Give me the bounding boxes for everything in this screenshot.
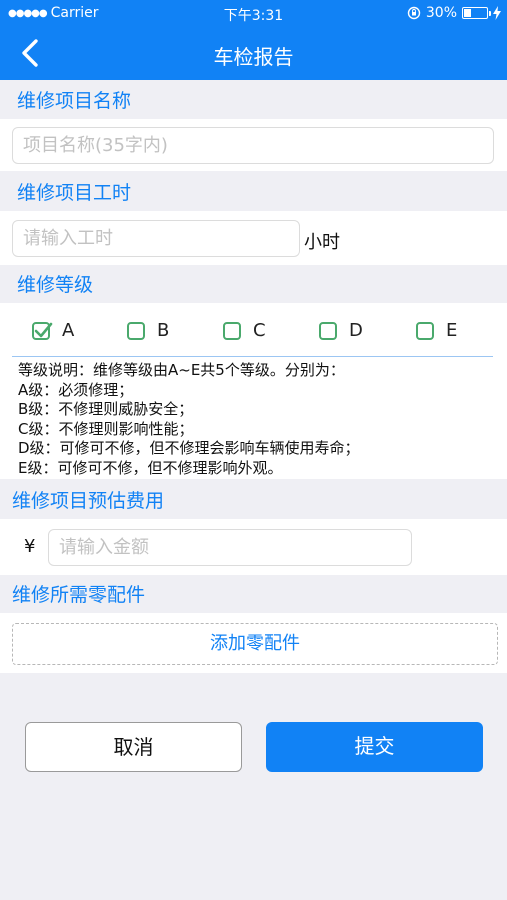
nav-bar: 车检报告 <box>0 26 507 80</box>
grade-label: E <box>446 320 458 341</box>
project-name-input[interactable]: 项目名称(35字内) <box>12 127 494 164</box>
section-header-name: 维修项目名称 <box>17 90 132 112</box>
grade-option-e[interactable]: E <box>416 320 457 341</box>
section-body-cost: ¥ 请输入金额 <box>0 519 507 575</box>
grade-description-line: A级：必须修理； <box>18 380 134 399</box>
orientation-lock-icon <box>407 6 421 20</box>
grade-option-c[interactable]: C <box>223 320 266 341</box>
checkbox-icon <box>127 321 145 340</box>
section-body-name: 项目名称(35字内) <box>0 119 507 171</box>
grade-option-d[interactable]: D <box>319 320 363 341</box>
currency-symbol: ¥ <box>24 536 36 557</box>
section-header-parts: 维修所需零配件 <box>12 584 146 606</box>
status-bar: ●●●●● Carrier 下午3:31 30% <box>0 0 507 26</box>
grade-options: A B C D E <box>0 303 507 355</box>
grade-label: C <box>253 320 266 341</box>
hours-input[interactable]: 请输入工时 <box>12 220 300 257</box>
section-header-hours: 维修项目工时 <box>17 182 132 204</box>
grade-description-line: 等级说明：维修等级由A~E共5个等级。分别为： <box>18 361 345 379</box>
grade-option-a[interactable]: A <box>32 320 74 341</box>
submit-button[interactable]: 提交 <box>266 722 483 772</box>
add-parts-button[interactable]: 添加零配件 <box>12 623 498 665</box>
section-header-grade: 维修等级 <box>17 274 94 296</box>
checkbox-icon <box>416 321 434 340</box>
grade-description-line: C级：不修理则影响性能； <box>18 419 194 438</box>
section-body-grade: A B C D E 等级说明：维修等级由A~E共5个等级。分别为： A级：必须修… <box>0 303 507 479</box>
checkbox-icon <box>223 321 241 340</box>
grade-divider <box>12 356 493 357</box>
page-title: 车检报告 <box>213 45 294 69</box>
cost-input[interactable]: 请输入金额 <box>48 529 412 566</box>
grade-description: 等级说明：维修等级由A~E共5个等级。分别为： A级：必须修理； B级：不修理则… <box>18 361 360 478</box>
hours-unit-label: 小时 <box>304 232 340 253</box>
grade-label: A <box>62 320 75 341</box>
battery-icon <box>462 7 491 19</box>
grade-label: D <box>349 320 363 341</box>
battery-percent: 30% <box>425 5 457 21</box>
checkbox-checked-icon <box>32 321 53 340</box>
section-body-parts: 添加零配件 <box>0 613 507 673</box>
section-header-cost: 维修项目预估费用 <box>12 490 165 512</box>
grade-description-line: E级：可修可不修，但不修理影响外观。 <box>18 458 283 477</box>
grade-description-line: D级：可修可不修，但不修理会影响车辆使用寿命； <box>18 439 360 457</box>
cancel-button[interactable]: 取消 <box>25 722 242 772</box>
grade-option-b[interactable]: B <box>127 320 169 341</box>
grade-label: B <box>157 320 170 341</box>
section-body-hours: 请输入工时 小时 <box>0 211 507 265</box>
charging-icon <box>493 6 501 20</box>
checkbox-icon <box>319 321 337 340</box>
grade-description-line: B级：不修理则威胁安全； <box>18 400 194 418</box>
